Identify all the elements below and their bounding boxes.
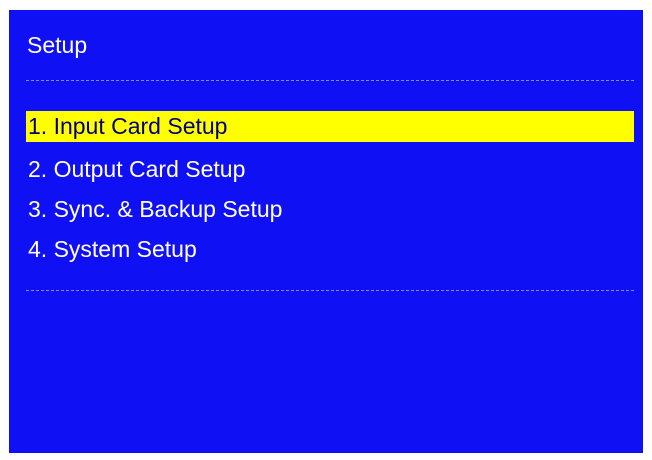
top-divider [26, 80, 634, 81]
menu-item-sync-backup-setup[interactable]: 3. Sync. & Backup Setup [26, 191, 634, 227]
setup-screen: Setup 1. Input Card Setup 2. Output Card… [9, 10, 643, 453]
bottom-divider [26, 290, 634, 291]
menu-item-system-setup[interactable]: 4. System Setup [26, 231, 634, 267]
setup-menu: 1. Input Card Setup 2. Output Card Setup… [26, 111, 634, 271]
menu-item-input-card-setup[interactable]: 1. Input Card Setup [26, 111, 634, 142]
page-title: Setup [27, 32, 88, 58]
menu-item-output-card-setup[interactable]: 2. Output Card Setup [26, 151, 634, 187]
